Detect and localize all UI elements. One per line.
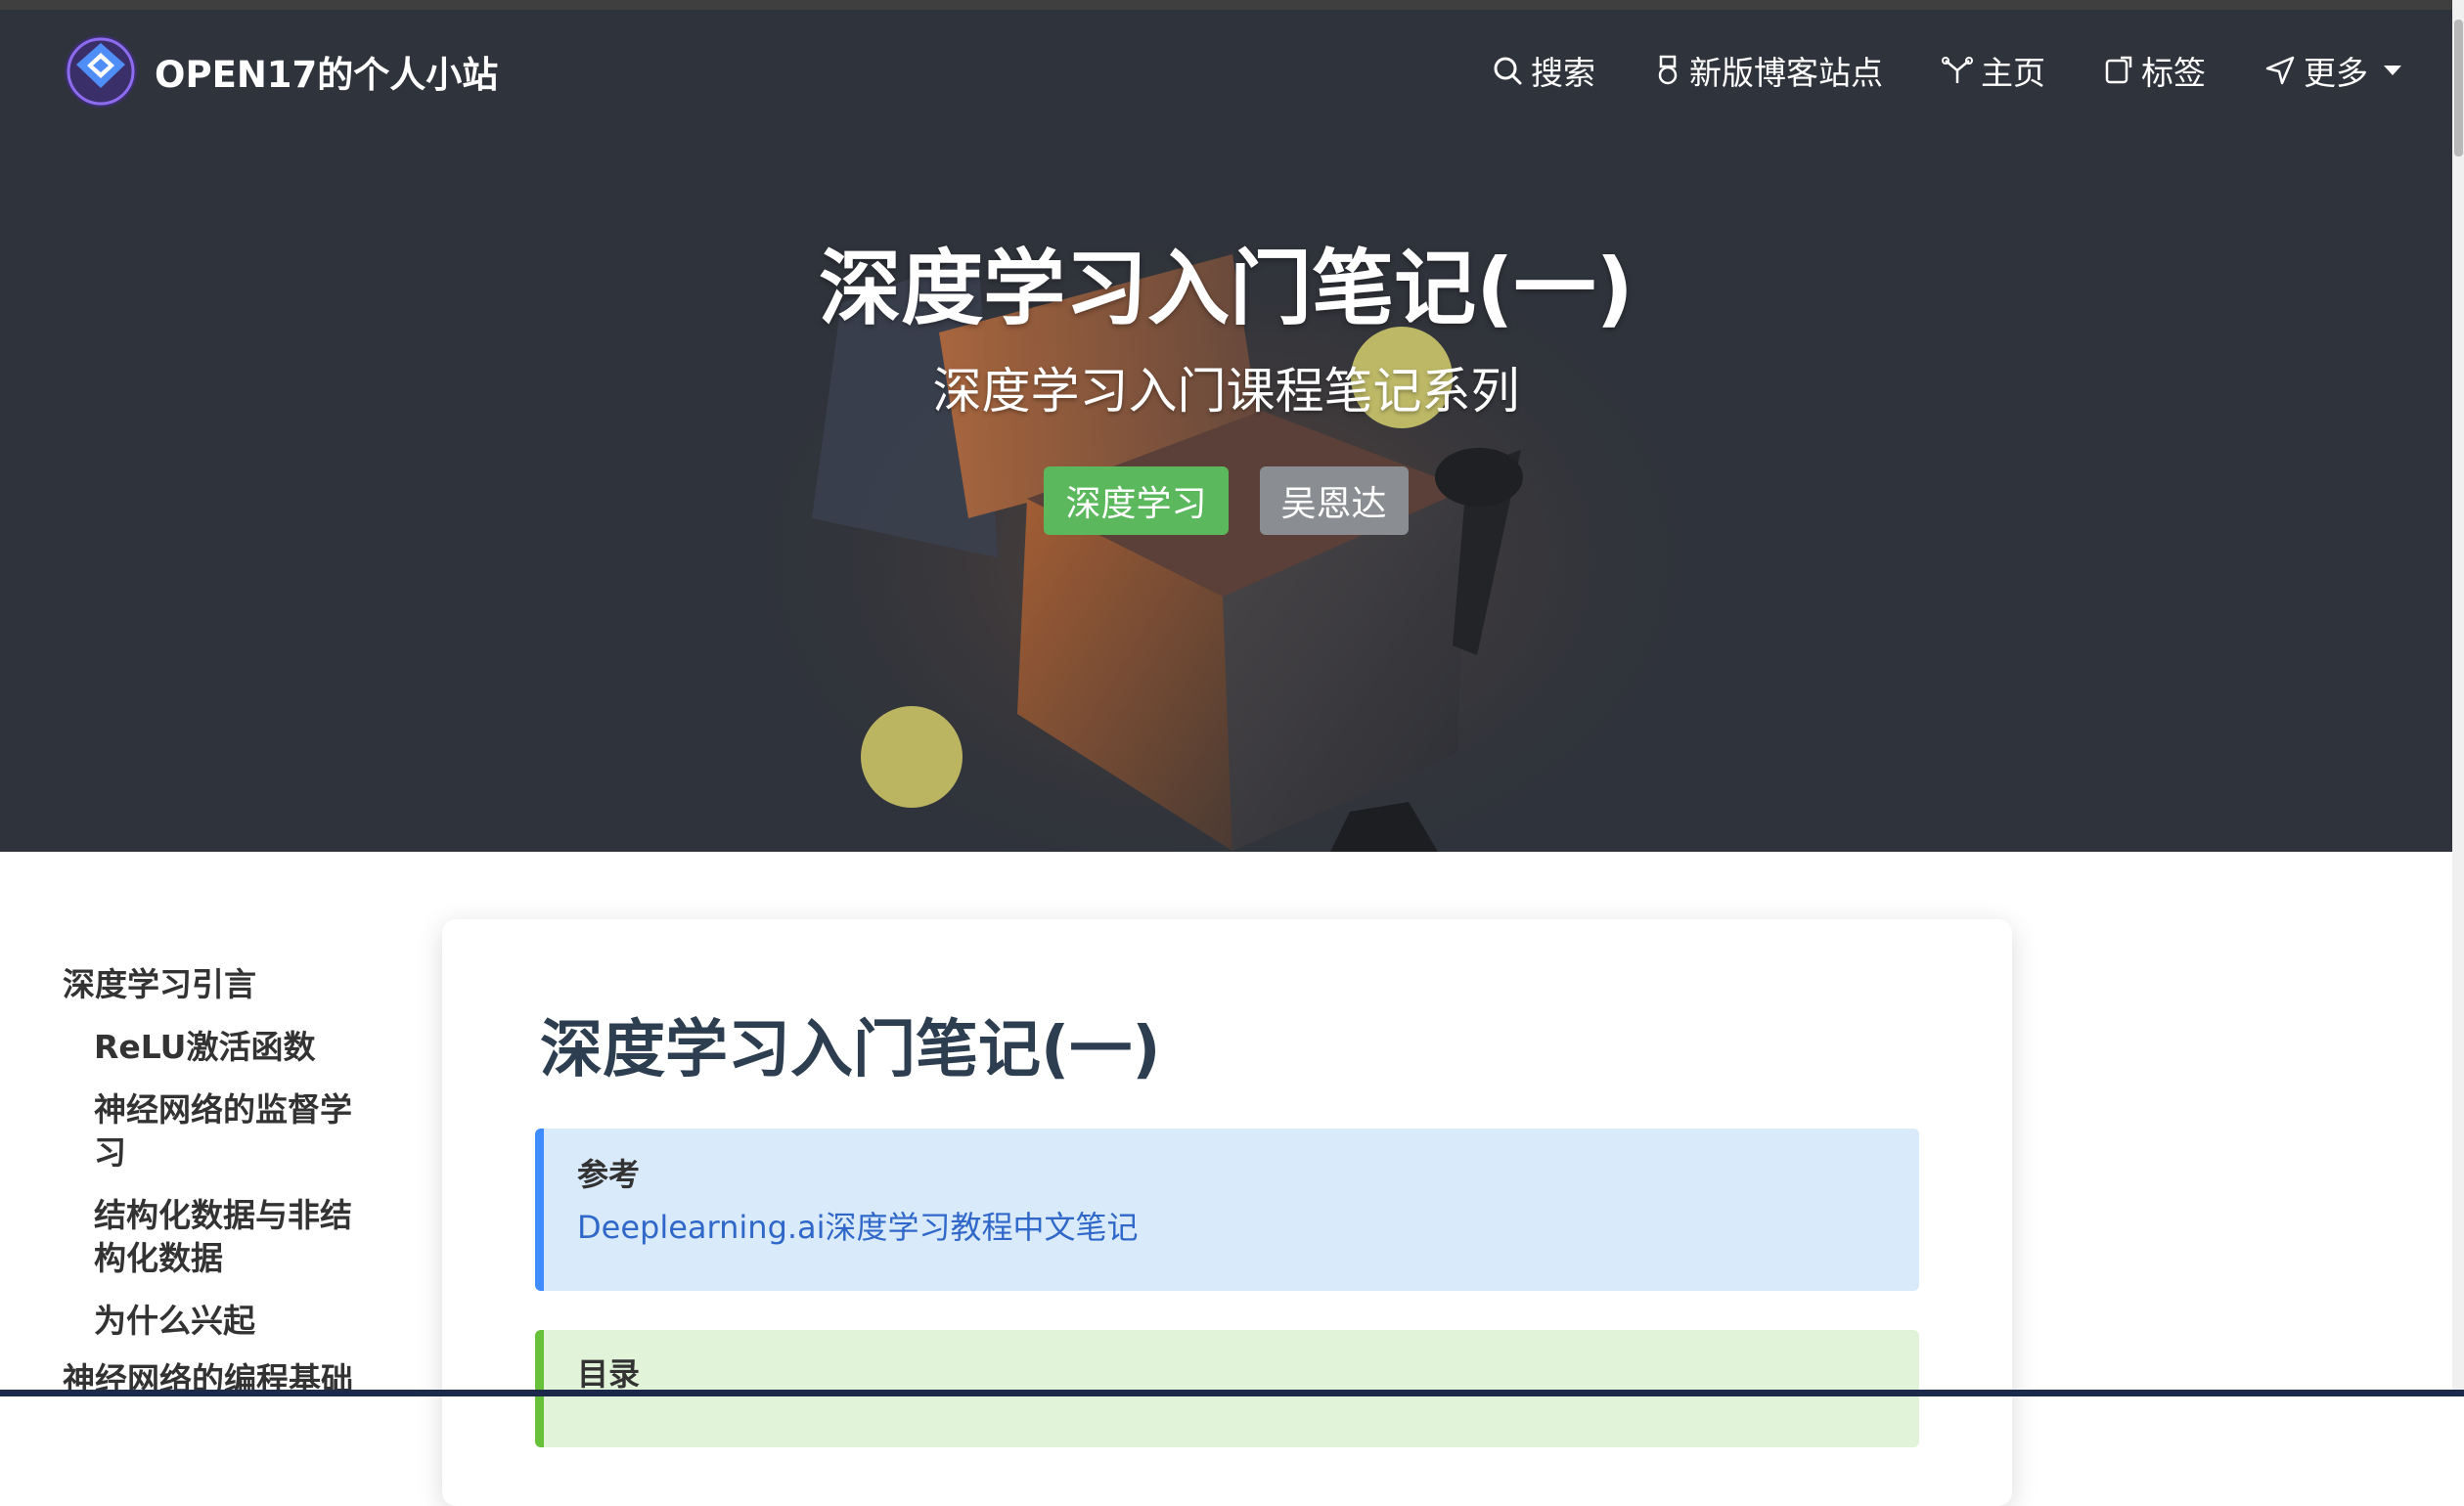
hero-banner: 深度学习入门笔记(一) 深度学习入门课程笔记系列 深度学习 吴恩达 [0, 10, 2452, 852]
window-top-border [0, 0, 2464, 10]
hero-tags: 深度学习 吴恩达 [0, 466, 2452, 535]
toc-item[interactable]: ReLU激活函数 [63, 1026, 356, 1069]
reference-note-title: 参考 [577, 1156, 641, 1193]
contents-note: 目录 [535, 1330, 1919, 1447]
nav-new-blog-label: 新版博客站点 [1689, 54, 1883, 92]
hero-background-illustration [714, 205, 1731, 852]
toc-item[interactable]: 为什么兴起 [63, 1300, 356, 1343]
toc-item[interactable]: 神经网络的监督学习 [63, 1088, 356, 1174]
nav-home-label: 主页 [1981, 54, 2045, 92]
taskbar-edge [0, 1390, 2464, 1396]
hero-subtitle: 深度学习入门课程笔记系列 [932, 363, 1520, 420]
send-icon [2265, 56, 2295, 85]
post-title: 深度学习入门笔记(一) [540, 1014, 1161, 1086]
nav-links: 搜索 新版博客站点 主页 标签 更多 [1433, 47, 2403, 94]
site-brand[interactable]: OPEN17的个人小站 [63, 33, 498, 110]
nav-home[interactable]: 主页 [1942, 47, 2045, 94]
nav-more[interactable]: 更多 [2264, 47, 2403, 94]
tag-icon [2105, 56, 2132, 84]
reference-link[interactable]: Deeplearning.ai深度学习教程中文笔记 [577, 1203, 1139, 1248]
home-icon [1942, 57, 1973, 83]
page-scrollbar[interactable] [2452, 0, 2464, 1396]
medal-icon [1658, 55, 1678, 85]
nav-search[interactable]: 搜索 [1492, 47, 1595, 94]
caret-down-icon [2384, 66, 2401, 75]
site-title: OPEN17的个人小站 [155, 54, 499, 96]
top-navbar: OPEN17的个人小站 搜索 新版博客站点 主页 标签 更多 [0, 10, 2452, 127]
tag-andrew-ng[interactable]: 吴恩达 [1259, 466, 1409, 535]
nav-new-blog[interactable]: 新版博客站点 [1654, 47, 1883, 94]
tag-deep-learning[interactable]: 深度学习 [1044, 466, 1229, 535]
reference-note: 参考 Deeplearning.ai深度学习教程中文笔记 [535, 1129, 1919, 1291]
toc-item[interactable]: 结构化数据与非结构化数据 [63, 1194, 356, 1280]
search-icon [1494, 57, 1522, 85]
toc-item[interactable]: 深度学习引言 [63, 963, 356, 1006]
post-card: 深度学习入门笔记(一) 参考 Deeplearning.ai深度学习教程中文笔记… [442, 919, 2012, 1506]
nav-search-label: 搜索 [1531, 54, 1595, 92]
scrollbar-thumb[interactable] [2454, 20, 2463, 156]
nav-more-label: 更多 [2304, 54, 2368, 92]
nav-tags-label: 标签 [2141, 54, 2206, 92]
nav-tags[interactable]: 标签 [2104, 47, 2206, 94]
contents-note-title: 目录 [577, 1355, 641, 1393]
table-of-contents: 深度学习引言 ReLU激活函数 神经网络的监督学习 结构化数据与非结构化数据 为… [63, 963, 356, 1401]
hero-title: 深度学习入门笔记(一) [819, 241, 1634, 336]
site-logo-icon [65, 35, 137, 108]
